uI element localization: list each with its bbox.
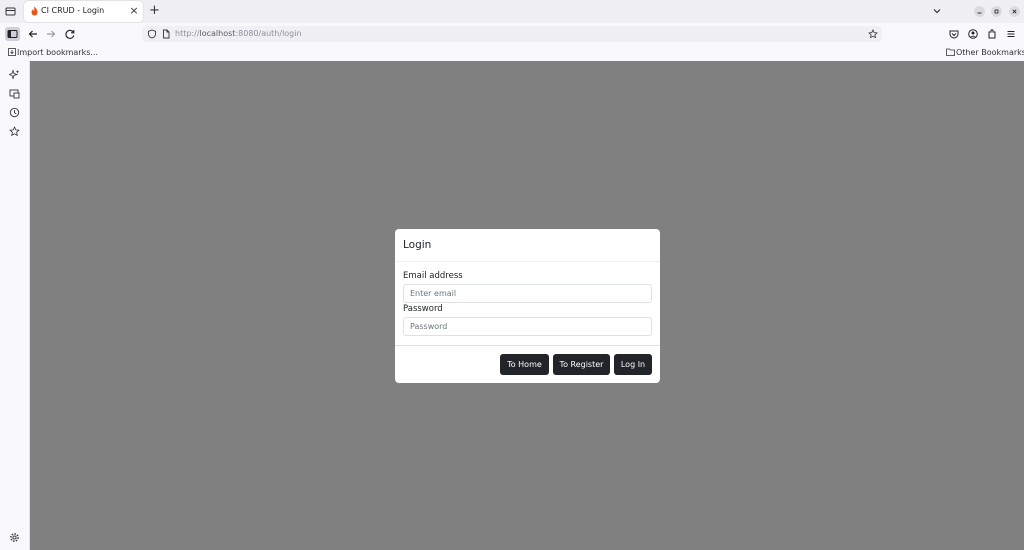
new-tab-icon[interactable]: +	[148, 3, 161, 18]
window-close-icon[interactable]	[1009, 6, 1020, 17]
to-register-button[interactable]: To Register	[553, 354, 610, 375]
url-path: :8080/auth/login	[235, 29, 302, 38]
other-bookmarks-folder[interactable]: Other Bookmarks	[946, 48, 1024, 58]
modal-title: Login	[403, 239, 432, 251]
import-bookmarks-link[interactable]: Import bookmarks...	[8, 48, 98, 58]
extensions-icon[interactable]	[985, 27, 999, 41]
modal-header: Login	[395, 229, 660, 262]
login-modal: Login Email address Password To Home To …	[395, 229, 660, 383]
tab-title: CI CRUD - Login	[41, 6, 105, 15]
chevron-down-icon[interactable]	[931, 5, 943, 17]
restore-icon[interactable]	[991, 6, 1002, 17]
back-arrow-icon[interactable]	[26, 27, 40, 41]
ai-sparkle-icon[interactable]	[8, 69, 20, 80]
folder-icon	[946, 48, 955, 56]
url-host: localhost	[199, 29, 236, 38]
minimize-icon[interactable]	[974, 6, 985, 17]
tab-close-icon[interactable]: ×	[128, 4, 140, 18]
url-text: http://localhost:8080/auth/login	[175, 29, 302, 38]
pocket-icon[interactable]	[947, 27, 961, 41]
import-icon	[8, 48, 16, 56]
other-bookmarks-label: Other Bookmarks	[956, 48, 1024, 57]
bookmark-star-icon[interactable]	[868, 29, 878, 39]
tab-overview-icon[interactable]	[5, 6, 16, 17]
flame-favicon-icon	[30, 6, 39, 16]
email-label: Email address	[403, 271, 463, 281]
sidebar-toggle-icon[interactable]	[5, 27, 20, 41]
menu-hamburger-icon[interactable]	[1004, 27, 1018, 41]
history-clock-icon[interactable]	[9, 107, 20, 118]
password-input[interactable]	[403, 317, 652, 336]
tab-strip: CI CRUD - Login × +	[0, 0, 1024, 23]
reload-icon[interactable]	[63, 27, 77, 41]
shield-icon[interactable]	[147, 29, 157, 39]
tab-active[interactable]: CI CRUD - Login ×	[24, 1, 143, 22]
log-in-button[interactable]: Log In	[614, 354, 652, 375]
url-bar[interactable]: http://localhost:8080/auth/login	[142, 26, 882, 42]
modal-footer-divider	[395, 345, 660, 346]
page-info-icon[interactable]	[161, 29, 171, 39]
to-home-button[interactable]: To Home	[500, 354, 549, 375]
bookmarks-toolbar: Import bookmarks... Other Bookmarks	[0, 45, 1024, 61]
email-input[interactable]	[403, 284, 652, 303]
import-bookmarks-label: Import bookmarks...	[17, 48, 99, 57]
url-scheme: http://	[175, 29, 200, 38]
settings-gear-icon[interactable]	[9, 532, 20, 543]
password-label: Password	[403, 304, 443, 314]
bookmarks-star-icon[interactable]	[9, 126, 20, 137]
navigation-toolbar: http://localhost:8080/auth/login	[0, 23, 1024, 45]
synced-tabs-icon[interactable]	[9, 88, 20, 99]
browser-sidebar	[0, 61, 30, 550]
account-icon[interactable]	[966, 27, 980, 41]
forward-arrow-icon[interactable]	[44, 27, 58, 41]
